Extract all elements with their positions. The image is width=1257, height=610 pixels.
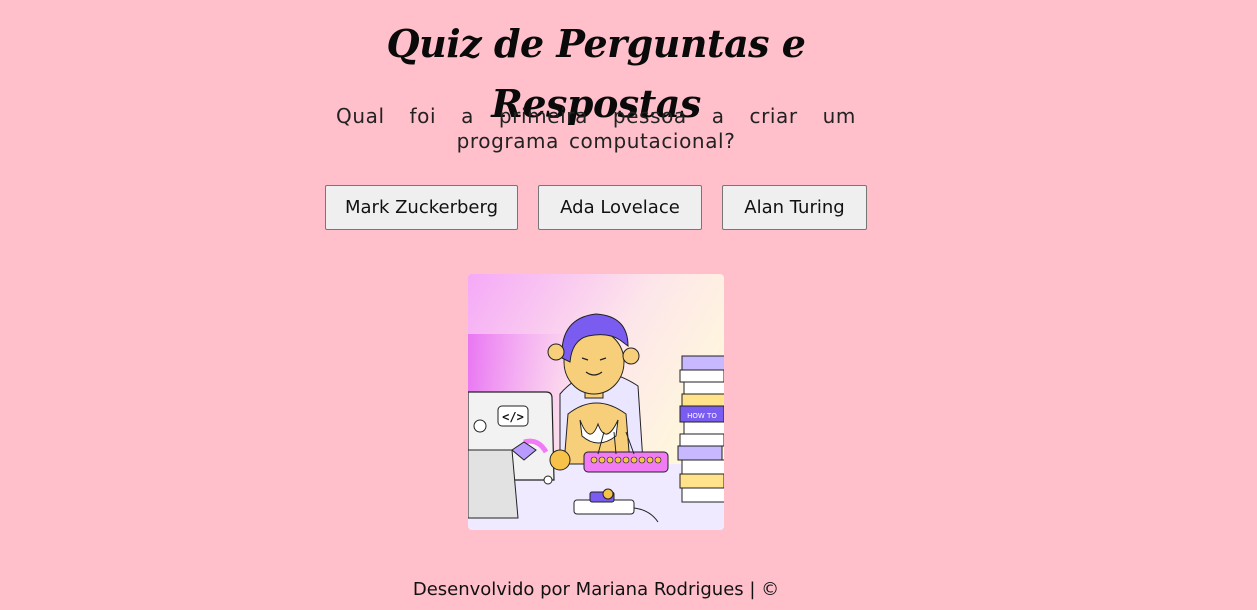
book-spine-label: HOW TO	[687, 412, 717, 420]
answer-button-mark-zuckerberg[interactable]: Mark Zuckerberg	[325, 185, 518, 230]
answer-button-alan-turing[interactable]: Alan Turing	[722, 185, 867, 230]
question-text: Qual foi a primeira pessoa a criar um pr…	[336, 104, 856, 153]
woman-programmer-illustration-icon: </> HOW TO	[468, 274, 724, 530]
footer-credits: Desenvolvido por Mariana Rodrigues | ©	[412, 579, 780, 600]
programmer-illustration: </> HOW TO	[468, 274, 724, 530]
answer-button-ada-lovelace[interactable]: Ada Lovelace	[538, 185, 702, 230]
code-sticker: </>	[502, 410, 524, 424]
